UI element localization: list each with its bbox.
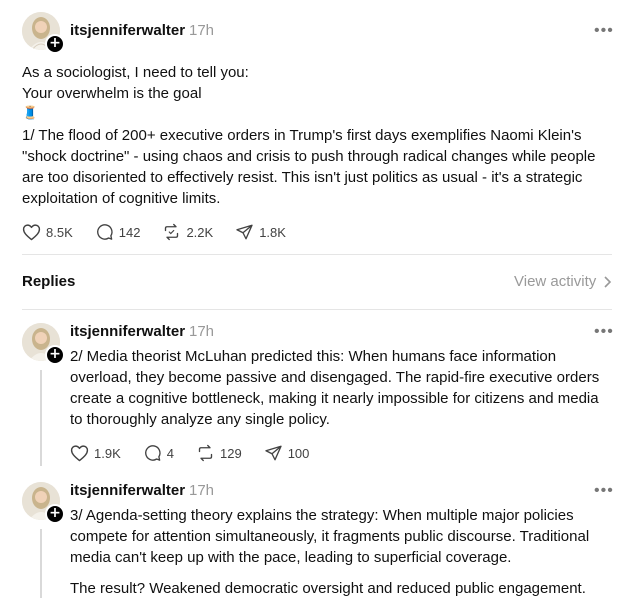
follow-plus-icon[interactable]: + xyxy=(45,504,65,524)
more-horizontal-icon[interactable]: ••• xyxy=(594,324,614,340)
comment-count: 4 xyxy=(166,445,174,461)
reply-body-line: to thoroughly analyze any single policy. xyxy=(70,411,330,428)
follow-plus-icon[interactable]: + xyxy=(45,34,65,54)
post-body-line: As a sociologist, I need to tell you: xyxy=(22,64,249,81)
post-body-line: "shock doctrine" - using chaos and crisi… xyxy=(22,148,596,165)
repost-icon xyxy=(165,223,179,241)
comment-bubble-icon xyxy=(144,445,161,461)
more-horizontal-icon[interactable]: ••• xyxy=(594,23,614,39)
repost-icon xyxy=(198,444,213,462)
like-button[interactable]: 1.9K xyxy=(70,444,121,462)
heart-icon xyxy=(22,224,41,241)
repost-button[interactable]: 129 xyxy=(196,444,242,462)
comment-bubble-icon xyxy=(96,224,113,240)
thread-emoji: 🧵 xyxy=(22,105,39,120)
reply-actions: 1.9K 4 129 100 xyxy=(70,442,331,464)
reply-body-line: create a cognitive bottleneck, making it… xyxy=(70,390,599,407)
divider xyxy=(22,254,612,255)
heart-icon xyxy=(70,445,89,462)
reply-avatar[interactable]: + xyxy=(22,323,65,365)
send-icon xyxy=(236,224,253,240)
post-body-line: 1/ The flood of 200+ executive orders in… xyxy=(22,127,582,144)
repost-count: 2.2K xyxy=(186,224,214,240)
view-activity-link[interactable]: View activity xyxy=(514,273,613,290)
comment-button[interactable]: 142 xyxy=(95,223,141,241)
repost-count: 129 xyxy=(219,445,242,461)
send-icon xyxy=(265,445,282,461)
reply-time[interactable]: 17h xyxy=(189,482,214,499)
reply-body-line: compete for attention simultaneously, it… xyxy=(70,528,590,545)
reply-time[interactable]: 17h xyxy=(189,323,214,340)
more-horizontal-icon[interactable]: ••• xyxy=(594,483,614,499)
like-button[interactable]: 8.5K xyxy=(22,223,73,241)
reply-body-line: overload, they become passive and diseng… xyxy=(70,369,600,386)
reply-body-line: 3/ Agenda-setting theory explains the st… xyxy=(70,507,574,524)
post-body-line: Your overwhelm is the goal xyxy=(22,85,202,102)
post-body-line: are too disoriented to effectively resis… xyxy=(22,169,583,186)
repost-button[interactable]: 2.2K xyxy=(162,223,213,241)
divider xyxy=(22,309,612,310)
chevron-right-icon xyxy=(604,275,612,288)
reply-body-line: media can't keep up with the pace, leadi… xyxy=(70,549,512,566)
share-button[interactable]: 100 xyxy=(264,444,310,462)
comment-count: 142 xyxy=(118,224,141,240)
reply-body-line: 2/ Media theorist McLuhan predicted this… xyxy=(70,348,557,365)
thread-line xyxy=(40,529,42,598)
author-avatar[interactable]: + xyxy=(22,12,65,54)
reply-body-line: The result? Weakened democratic oversigh… xyxy=(70,580,586,597)
share-button[interactable]: 1.8K xyxy=(235,223,286,241)
comment-button[interactable]: 4 xyxy=(143,444,174,462)
post-username[interactable]: itsjenniferwalter xyxy=(70,22,185,39)
post-actions: 8.5K 142 2.2K 1.8K xyxy=(22,221,308,243)
view-activity-label: View activity xyxy=(514,273,597,290)
like-count: 1.9K xyxy=(94,445,121,461)
share-count: 100 xyxy=(287,445,310,461)
follow-plus-icon[interactable]: + xyxy=(45,345,65,365)
post-time[interactable]: 17h xyxy=(189,22,214,39)
post-body-line: exploitation of cognitive limits. xyxy=(22,190,221,207)
reply-avatar[interactable]: + xyxy=(22,482,65,524)
like-count: 8.5K xyxy=(46,224,73,240)
reply-username[interactable]: itsjenniferwalter xyxy=(70,323,185,340)
thread-line xyxy=(40,370,42,466)
replies-heading[interactable]: Replies xyxy=(22,273,75,290)
reply-username[interactable]: itsjenniferwalter xyxy=(70,482,185,499)
share-count: 1.8K xyxy=(259,224,286,240)
